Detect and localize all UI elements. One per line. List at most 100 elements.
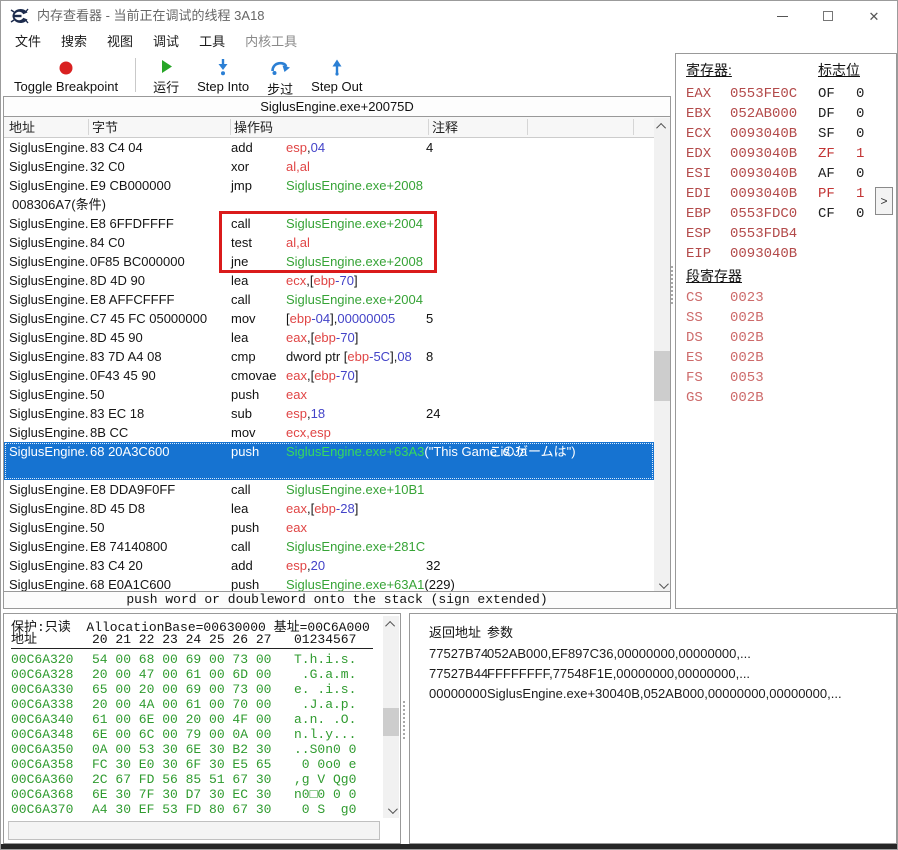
disasm-row[interactable]: SiglusEngine.83 7D A4 08cmpdword ptr [eb… — [4, 347, 654, 366]
stack-row[interactable]: 77527B74052AB000,EF897C36,00000000,00000… — [410, 644, 892, 664]
instruction-mnemonic: jmp — [231, 176, 252, 195]
register-row[interactable]: ECX0093040B — [686, 124, 816, 144]
segment-register-row[interactable]: FS0053 — [686, 368, 806, 388]
hexdump-scrollbar[interactable] — [383, 616, 399, 818]
register-row[interactable]: EBP0553FDC0 — [686, 204, 816, 224]
flag-row[interactable]: CF0 — [818, 204, 878, 224]
maximize-button[interactable] — [807, 1, 849, 31]
disasm-row[interactable]: SiglusEngine.E8 DDA9F0FFcallSiglusEngine… — [4, 480, 654, 499]
hexdump-row[interactable]: 00C6A3500A 00 53 30 6E 30 B2 30..S0n0 0 — [4, 742, 384, 757]
disasm-column-label[interactable]: 操作码 — [234, 117, 273, 138]
expand-registers-button[interactable]: > — [875, 187, 893, 215]
disasm-row[interactable]: SiglusEngine.C7 45 FC 05000000mov[ebp-04… — [4, 309, 654, 328]
register-name: EDX — [686, 146, 711, 162]
hexdump-row[interactable]: 00C6A32820 00 47 00 61 00 6D 00 .G.a.m. — [4, 667, 384, 682]
flag-name: OF — [818, 86, 835, 102]
stack-row[interactable]: 77527B44FFFFFFFF,77548F1E,00000000,00000… — [410, 664, 892, 684]
disasm-row[interactable]: SiglusEngine.E8 AFFCFFFFcallSiglusEngine… — [4, 290, 654, 309]
disasm-row[interactable]: SiglusEngine.8B CCmovecx,esp — [4, 423, 654, 442]
disasm-row[interactable]: SiglusEngine.0F43 45 90cmovaeeax,[ebp-70… — [4, 366, 654, 385]
register-row[interactable]: EDI0093040B — [686, 184, 816, 204]
stack-col-return-address: 返回地址 — [429, 622, 481, 641]
disasm-row[interactable]: SiglusEngine.E8 74140800callSiglusEngine… — [4, 537, 654, 556]
disasm-row[interactable]: SiglusEngine.8D 4D 90leaecx,[ebp-70] — [4, 271, 654, 290]
register-row[interactable]: EIP0093040B — [686, 244, 816, 264]
toolbar-step-out[interactable]: Step Out — [302, 53, 371, 96]
disasm-label-row[interactable]: 008306A7(条件) — [4, 195, 654, 214]
disasm-row[interactable]: SiglusEngine.32 C0xoral,al — [4, 157, 654, 176]
disasm-row[interactable]: SiglusEngine.83 C4 20addesp,2032 — [4, 556, 654, 575]
disasm-row[interactable]: SiglusEngine.E9 CB000000jmpSiglusEngine.… — [4, 176, 654, 195]
hexdump-panel: 保护:只读 AllocationBase=00630000 基址=00C6A00… — [3, 613, 401, 844]
instruction-operands: SiglusEngine.exe+2004 — [286, 290, 423, 309]
menu-item-6[interactable]: 内核工具 — [235, 31, 307, 53]
hexdump-row[interactable]: 00C6A370A4 30 EF 53 FD 80 67 30 0 S g0 — [4, 802, 384, 817]
disasm-row[interactable]: SiglusEngine.50pusheax — [4, 518, 654, 537]
register-row[interactable]: ESI0093040B — [686, 164, 816, 184]
disasm-row[interactable]: SiglusEngine.8D 45 90leaeax,[ebp-70] — [4, 328, 654, 347]
panel-splitter-handle[interactable] — [403, 701, 405, 739]
segment-register-row[interactable]: ES002B — [686, 348, 806, 368]
close-button[interactable]: ✕ — [853, 1, 895, 31]
toolbar-run[interactable]: 运行 — [144, 53, 188, 96]
scroll-down-icon[interactable] — [383, 802, 399, 818]
segment-register-row[interactable]: GS002B — [686, 388, 806, 408]
register-value: 052AB000 — [730, 104, 797, 124]
instruction-comment: 4 — [426, 138, 433, 157]
hexdump-row[interactable]: 00C6A32054 00 68 00 69 00 73 00T.h.i.s. — [4, 652, 384, 667]
close-icon: ✕ — [869, 10, 880, 23]
register-name: ESP — [686, 226, 711, 242]
menu-item-5[interactable]: 工具 — [189, 31, 235, 53]
disasm-row[interactable]: SiglusEngine.83 C4 04addesp,044 — [4, 138, 654, 157]
scrollbar-thumb[interactable] — [654, 351, 670, 401]
panel-splitter-handle[interactable] — [671, 266, 673, 304]
segment-register-row[interactable]: SS002B — [686, 308, 806, 328]
hexdump-row[interactable]: 00C6A33820 00 4A 00 61 00 70 00 .J.a.p. — [4, 697, 384, 712]
hexdump-row[interactable]: 00C6A3686E 30 7F 30 D7 30 EC 30n0□0 0 0 — [4, 787, 384, 802]
disassembly-address-header[interactable]: SiglusEngine.exe+20075D — [4, 97, 670, 117]
instruction-operands: eax — [286, 518, 307, 537]
register-row[interactable]: EDX0093040B — [686, 144, 816, 164]
disasm-column-label[interactable]: 地址 — [9, 117, 35, 138]
scroll-up-icon[interactable] — [654, 118, 670, 134]
hexdump-row[interactable]: 00C6A3486E 00 6C 00 79 00 0A 00n.l.y... — [4, 727, 384, 742]
disasm-row[interactable]: SiglusEngine.50pusheax — [4, 385, 654, 404]
menu-item-2[interactable]: 搜索 — [51, 31, 97, 53]
menu-item-4[interactable]: 调试 — [143, 31, 189, 53]
segment-register-row[interactable]: DS002B — [686, 328, 806, 348]
disasm-row-selected[interactable]: SiglusEngine.68 20A3C600pushSiglusEngine… — [4, 442, 654, 480]
hexdump-row[interactable]: 00C6A358FC 30 E0 30 6F 30 E5 65 0 0o0 e — [4, 757, 384, 772]
scrollbar-thumb[interactable] — [383, 708, 399, 736]
scroll-up-icon[interactable] — [383, 616, 399, 632]
flag-row[interactable]: AF0 — [818, 164, 878, 184]
flag-row[interactable]: DF0 — [818, 104, 878, 124]
minimize-button[interactable] — [761, 1, 803, 31]
flag-row[interactable]: OF0 — [818, 84, 878, 104]
segment-name: DS — [686, 330, 703, 346]
hexdump-row[interactable]: 00C6A34061 00 6E 00 20 00 4F 00a.n. .O. — [4, 712, 384, 727]
segment-register-row[interactable]: CS0023 — [686, 288, 806, 308]
menu-item-1[interactable]: 文件 — [5, 31, 51, 53]
register-row[interactable]: ESP0553FDB4 — [686, 224, 816, 244]
disasm-row[interactable]: SiglusEngine.83 EC 18subesp,1824 — [4, 404, 654, 423]
flag-row[interactable]: ZF1 — [818, 144, 878, 164]
disassembly-scrollbar[interactable] — [654, 118, 670, 593]
disasm-row[interactable]: SiglusEngine.0F85 BC000000jneSiglusEngin… — [4, 252, 654, 271]
disasm-column-label[interactable]: 注释 — [432, 117, 458, 138]
flag-row[interactable]: SF0 — [818, 124, 878, 144]
toolbar-step-over[interactable]: 步过 — [258, 53, 302, 96]
register-row[interactable]: EAX0553FE0C — [686, 84, 816, 104]
disasm-column-label[interactable]: 字节 — [92, 117, 118, 138]
menu-item-3[interactable]: 视图 — [97, 31, 143, 53]
instruction-address: SiglusEngine. — [9, 214, 90, 233]
hexdump-row[interactable]: 00C6A3602C 67 FD 56 85 51 67 30,g V Qg0 — [4, 772, 384, 787]
hexdump-row[interactable]: 00C6A33065 00 20 00 69 00 73 00e. .i.s. — [4, 682, 384, 697]
disasm-row[interactable]: SiglusEngine.E8 6FFDFFFFcallSiglusEngine… — [4, 214, 654, 233]
toolbar-step-into[interactable]: Step Into — [188, 53, 258, 96]
flag-row[interactable]: PF1 — [818, 184, 878, 204]
toolbar-toggle-breakpoint[interactable]: Toggle Breakpoint — [5, 53, 127, 96]
disasm-row[interactable]: SiglusEngine.84 C0testal,al — [4, 233, 654, 252]
stack-row[interactable]: 00000000SiglusEngine.exe+30040B,052AB000… — [410, 684, 892, 704]
disasm-row[interactable]: SiglusEngine.8D 45 D8leaeax,[ebp-28] — [4, 499, 654, 518]
register-row[interactable]: EBX052AB000 — [686, 104, 816, 124]
